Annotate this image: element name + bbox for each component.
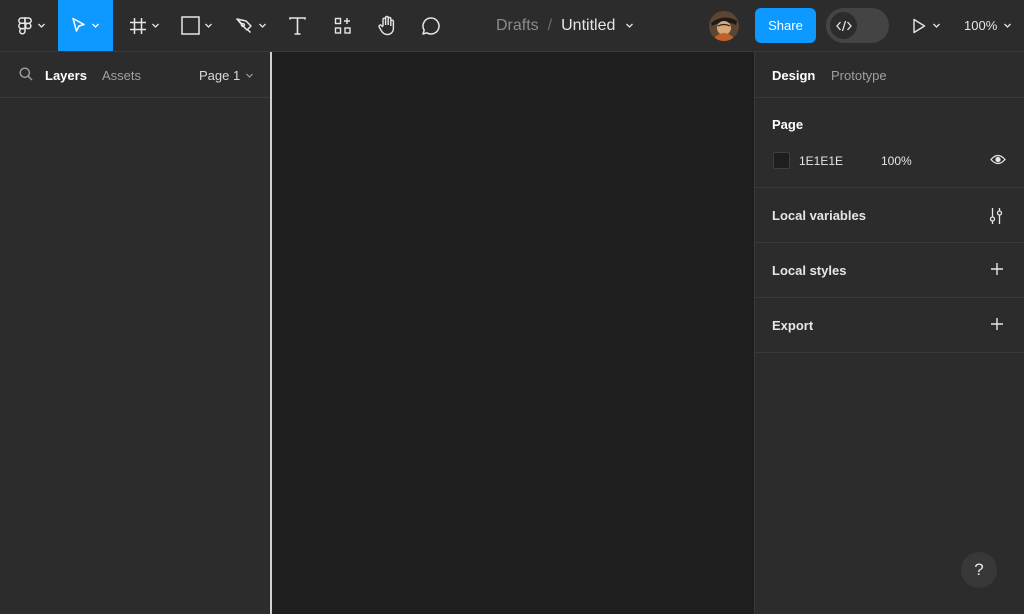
file-name[interactable]: Untitled [561, 17, 615, 35]
move-tool-button[interactable] [58, 0, 113, 51]
figma-logo-icon [17, 16, 32, 34]
cursor-arrow-icon [72, 17, 85, 32]
help-button[interactable]: ? [961, 552, 997, 588]
user-avatar-icon [709, 11, 739, 41]
page-color-opacity[interactable]: 100% [881, 154, 912, 168]
page-selector-label: Page 1 [199, 68, 241, 83]
tab-assets[interactable]: Assets [102, 68, 141, 83]
chevron-down-icon [151, 23, 159, 28]
chevron-down-icon [246, 73, 254, 78]
chevron-down-icon [1004, 23, 1012, 28]
local-variables-section: Local variables [755, 188, 1024, 243]
page-section-title: Page [772, 117, 804, 132]
export-section: Export [755, 298, 1024, 353]
chevron-down-icon [37, 23, 45, 28]
properties-panel: Design Prototype Page 1E1E1E 100% Local … [754, 52, 1024, 614]
left-panel-tabs: Layers Assets Page 1 [0, 52, 270, 98]
resources-tool-button[interactable] [328, 0, 358, 51]
tab-design[interactable]: Design [772, 68, 815, 83]
breadcrumb-separator: / [547, 16, 553, 34]
comment-tool-button[interactable] [416, 0, 446, 51]
breadcrumb-drafts[interactable]: Drafts [496, 17, 539, 35]
hand-tool-button[interactable] [372, 0, 402, 51]
local-styles-title: Local styles [772, 263, 847, 278]
plus-icon[interactable] [990, 317, 1004, 331]
design-canvas[interactable] [272, 52, 754, 614]
play-icon [913, 18, 926, 33]
resources-icon [334, 17, 351, 34]
chevron-down-icon[interactable] [625, 21, 634, 30]
plus-icon[interactable] [990, 262, 1004, 276]
local-variables-title: Local variables [772, 208, 866, 223]
text-t-icon [288, 16, 306, 35]
file-title[interactable]: Drafts / Untitled [496, 0, 634, 51]
zoom-level: 100% [964, 18, 998, 33]
present-button[interactable] [912, 0, 941, 51]
avatar[interactable] [709, 11, 739, 41]
local-styles-section: Local styles [755, 243, 1024, 298]
chevron-down-icon [259, 23, 266, 28]
page-color-swatch[interactable] [773, 152, 790, 169]
chevron-down-icon [205, 23, 212, 28]
pen-tool-button[interactable] [230, 0, 272, 51]
text-tool-button[interactable] [283, 0, 311, 51]
chevron-down-icon [92, 23, 99, 28]
pen-icon [236, 18, 252, 34]
export-title: Export [772, 318, 814, 333]
top-toolbar: Drafts / Untitled Share 100% [0, 0, 1024, 52]
layers-panel: Layers Assets Page 1 [0, 52, 270, 614]
dev-mode-toggle[interactable] [826, 8, 889, 43]
tab-prototype[interactable]: Prototype [831, 68, 887, 83]
page-color-hex[interactable]: 1E1E1E [799, 154, 843, 168]
code-brackets-icon [835, 20, 852, 31]
dev-mode-knob [830, 12, 857, 39]
frame-tool-button[interactable] [124, 0, 164, 51]
shape-tool-button[interactable] [176, 0, 218, 51]
hand-icon [378, 15, 395, 36]
zoom-dropdown[interactable]: 100% [964, 0, 1012, 51]
rectangle-icon [181, 16, 200, 35]
share-button[interactable]: Share [755, 8, 816, 43]
main-menu-button[interactable] [8, 0, 54, 51]
right-panel-tabs: Design Prototype [755, 52, 1024, 98]
comment-bubble-icon [422, 16, 440, 35]
eye-icon[interactable] [990, 154, 1006, 165]
page-selector[interactable]: Page 1 [199, 68, 254, 83]
page-section: Page 1E1E1E 100% [755, 98, 1024, 188]
tab-layers[interactable]: Layers [45, 68, 87, 83]
frame-hash-icon [129, 17, 146, 34]
chevron-down-icon [933, 23, 940, 28]
search-icon[interactable] [19, 67, 33, 81]
sliders-icon[interactable] [988, 207, 1004, 225]
